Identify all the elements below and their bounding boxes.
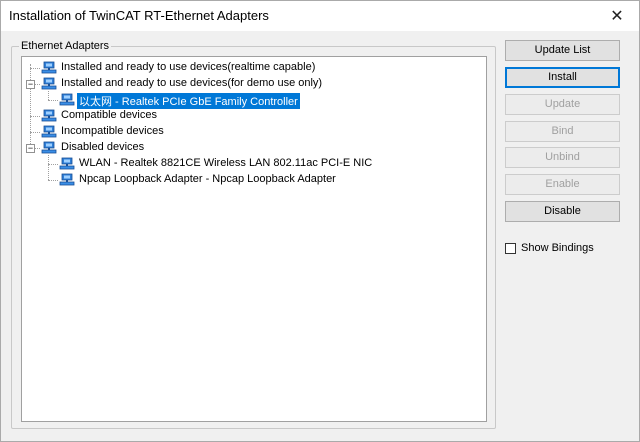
adapter-tree[interactable]: − − Installed and ready to use devices(r… [21, 56, 487, 422]
title-bar: Installation of TwinCAT RT-Ethernet Adap… [1, 1, 639, 31]
network-adapter-icon [59, 157, 75, 170]
group-label: Ethernet Adapters [19, 40, 112, 52]
show-bindings-checkbox[interactable] [505, 243, 516, 254]
tree-line [48, 91, 49, 100]
tree-line [48, 164, 58, 165]
network-adapter-icon [41, 77, 57, 90]
network-adapter-icon [41, 61, 57, 74]
tree-line [48, 100, 58, 101]
network-adapter-icon [41, 141, 57, 154]
enable-button[interactable]: Enable [505, 174, 620, 195]
tree-node-label[interactable]: Disabled devices [59, 141, 146, 153]
tree-node-label[interactable]: Incompatible devices [59, 125, 166, 137]
unbind-button[interactable]: Unbind [505, 147, 620, 168]
tree-line [30, 116, 40, 117]
show-bindings-label[interactable]: Show Bindings [521, 242, 594, 254]
tree-line [30, 68, 40, 69]
tree-line [35, 84, 40, 85]
collapse-toggle-icon[interactable]: − [26, 144, 35, 153]
update-button[interactable]: Update [505, 94, 620, 115]
tree-node-label[interactable]: Installed and ready to use devices(for d… [59, 77, 324, 89]
tree-node-label[interactable]: WLAN - Realtek 8821CE Wireless LAN 802.1… [77, 157, 374, 169]
network-adapter-icon [59, 93, 75, 106]
selected-adapter-label[interactable]: 以太网 - Realtek PCIe GbE Family Controller [76, 92, 301, 110]
tree-line [30, 64, 31, 148]
tree-node-label[interactable]: Compatible devices [59, 109, 159, 121]
network-adapter-icon [41, 109, 57, 122]
close-icon[interactable]: ✕ [599, 1, 635, 31]
bind-button[interactable]: Bind [505, 121, 620, 142]
tree-line [48, 155, 49, 180]
network-adapter-icon [59, 173, 75, 186]
tree-line [30, 132, 40, 133]
window-title: Installation of TwinCAT RT-Ethernet Adap… [9, 8, 269, 23]
tree-line [35, 148, 40, 149]
disable-button[interactable]: Disable [505, 201, 620, 222]
collapse-toggle-icon[interactable]: − [26, 80, 35, 89]
tree-node-label[interactable]: Installed and ready to use devices(realt… [59, 61, 317, 73]
install-button[interactable]: Install [505, 67, 620, 88]
tree-node-label[interactable]: Npcap Loopback Adapter - Npcap Loopback … [77, 173, 338, 185]
update-list-button[interactable]: Update List [505, 40, 620, 61]
network-adapter-icon [41, 125, 57, 138]
tree-line [48, 180, 58, 181]
